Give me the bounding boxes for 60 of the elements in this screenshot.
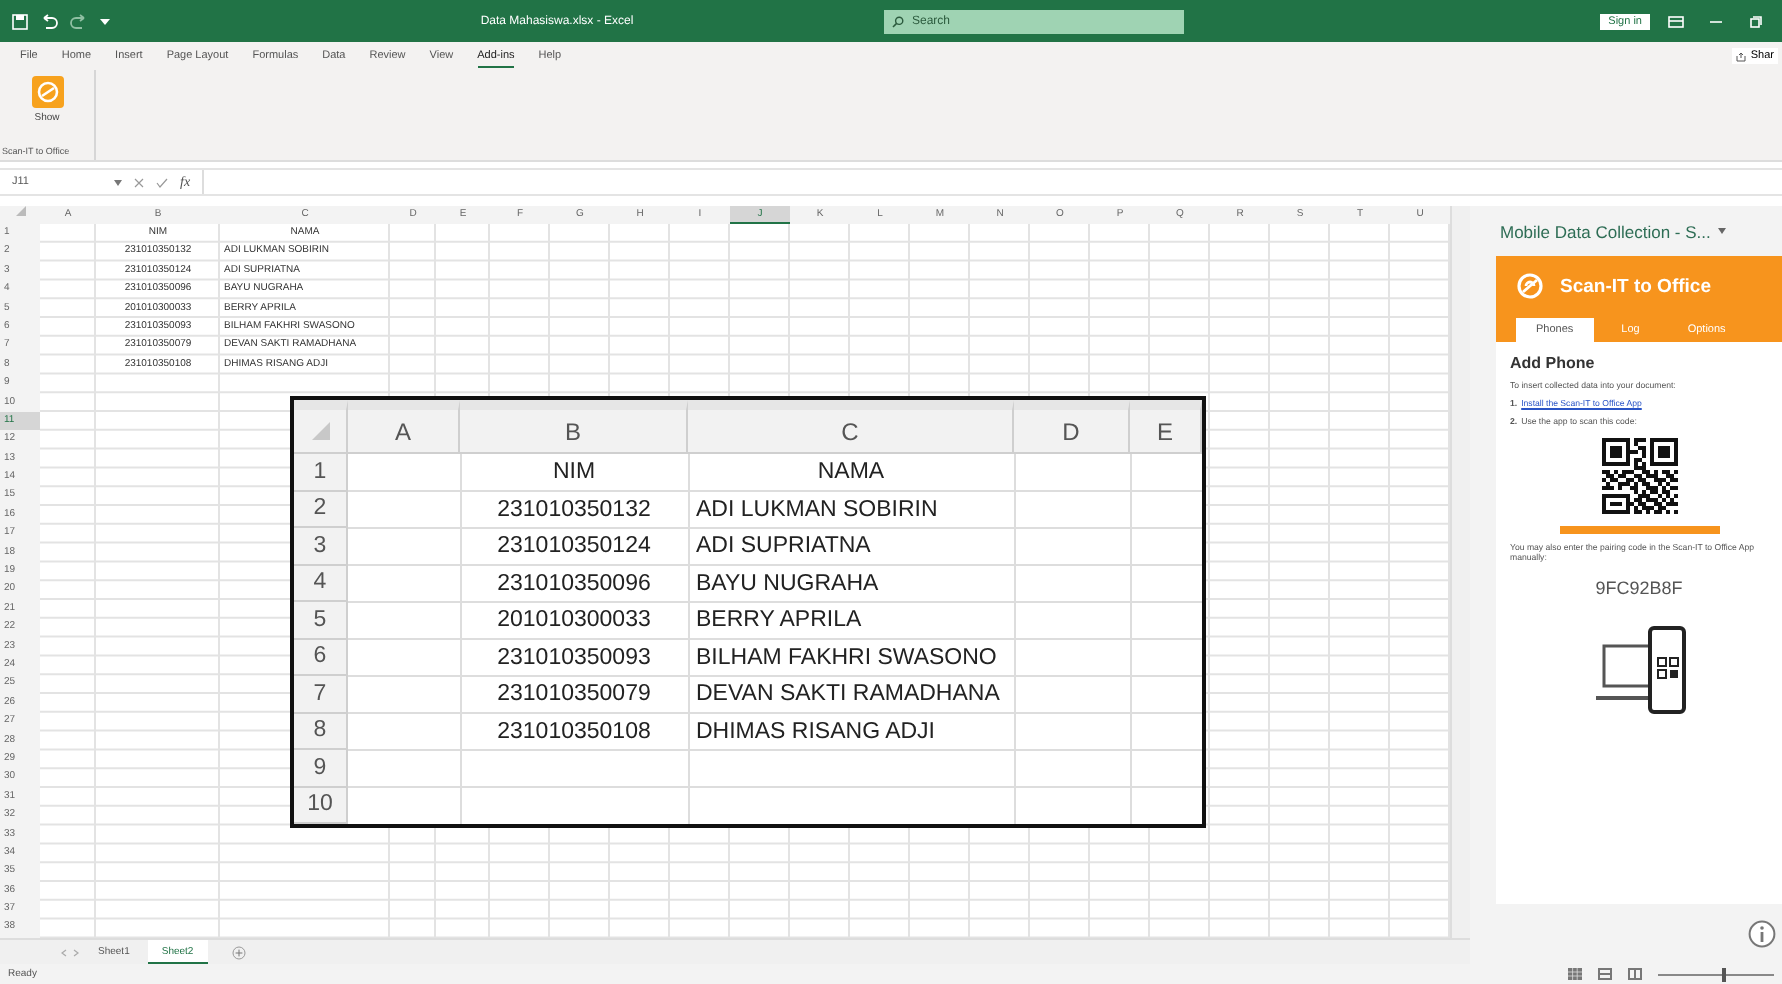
section-heading: Add Phone <box>1510 354 1597 372</box>
info-icon[interactable] <box>1748 920 1776 948</box>
table-cell-text: ADI SUPRIATNA <box>694 532 873 563</box>
pane-title: Mobile Data Collection - S... <box>1500 221 1711 241</box>
column-header: B <box>460 400 688 454</box>
share-icon <box>1736 51 1747 61</box>
table-cell-text: BERRY APRILA <box>694 606 864 637</box>
table-cell-text: 231010350108 <box>495 717 653 748</box>
ribbon-display-icon[interactable] <box>1668 15 1684 27</box>
save-icon[interactable] <box>12 13 28 29</box>
cancel-icon[interactable] <box>134 177 144 187</box>
column-header: C <box>688 400 1014 454</box>
table-cell-text: DEVAN SAKTI RAMADHANA <box>694 680 1002 711</box>
caret-icon[interactable] <box>100 17 110 25</box>
qr-code <box>1601 438 1677 514</box>
row-header: 4 <box>294 565 348 602</box>
table-cell-text: 231010350093 <box>495 643 653 674</box>
undo-icon[interactable] <box>40 13 58 29</box>
table-cell-text: BILHAM FAKHRI SWASONO <box>694 643 999 674</box>
table-cell-text: DHIMAS RISANG ADJI <box>694 717 937 748</box>
caret-icon[interactable] <box>114 179 122 185</box>
minimize-icon[interactable] <box>1710 19 1722 23</box>
restore-icon[interactable] <box>1750 15 1762 27</box>
table-cell-text: 231010350132 <box>495 495 653 526</box>
row-header: 9 <box>294 750 348 787</box>
row-header: 7 <box>294 676 348 713</box>
table-cell-text: NIM <box>550 458 598 489</box>
corner-triangle-icon <box>311 422 329 440</box>
logo-icon <box>1516 272 1544 300</box>
table-cell-text: 201010300033 <box>495 606 653 637</box>
normal-view-icon[interactable] <box>1568 968 1582 980</box>
page-break-icon[interactable] <box>1628 968 1642 980</box>
row-header: 6 <box>294 639 348 676</box>
column-header: A <box>348 400 460 454</box>
row-header: 8 <box>294 713 348 750</box>
zoom-thumb[interactable] <box>1721 967 1726 981</box>
add-sheet-icon[interactable] <box>231 945 246 959</box>
table-cell-text: ADI LUKMAN SOBIRIN <box>694 495 940 526</box>
row-header: 5 <box>294 602 348 639</box>
corner-triangle-icon <box>15 206 25 216</box>
table-cell-text: 231010350096 <box>495 569 653 600</box>
row-header: 10 <box>294 787 348 824</box>
laptop-phone-icon <box>1593 626 1685 714</box>
page-layout-icon[interactable] <box>1598 968 1612 980</box>
caret-icon[interactable] <box>1718 228 1727 234</box>
vertical-scrollbar[interactable] <box>1450 206 1470 938</box>
enter-icon[interactable] <box>156 177 168 187</box>
table-cell-text: NAMA <box>815 458 887 489</box>
table-cell-text: 231010350079 <box>495 680 653 711</box>
search-icon <box>892 15 904 27</box>
table-cell-text: 231010350124 <box>495 532 653 563</box>
row-header: 1 <box>294 454 348 491</box>
table-cell-text: BAYU NUGRAHA <box>694 569 881 600</box>
redo-icon[interactable] <box>70 13 88 29</box>
pairing-code: 9FC92B8F <box>1595 578 1683 598</box>
column-header: D <box>1014 400 1130 454</box>
row-header: 3 <box>294 528 348 565</box>
column-header: E <box>1130 400 1202 454</box>
row-header: 2 <box>294 491 348 528</box>
pane-brand-title: Scan-IT to Office <box>1560 275 1711 297</box>
